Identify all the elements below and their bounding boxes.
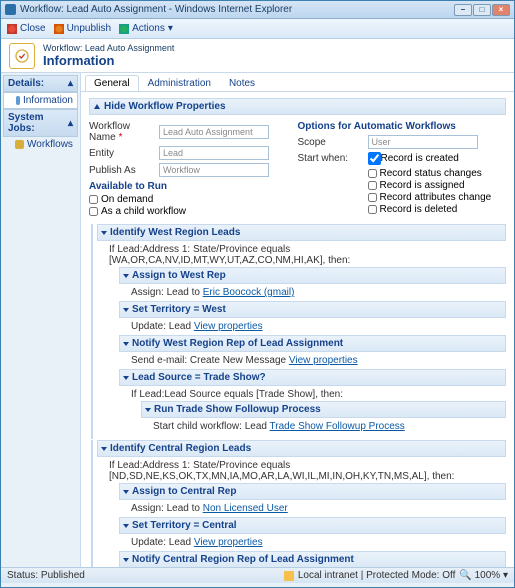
tab-administration[interactable]: Administration (139, 75, 220, 91)
attributes-change-checkbox[interactable] (368, 193, 377, 202)
expand-icon (123, 490, 129, 494)
central-update-link[interactable]: View properties (194, 537, 263, 548)
toolbar: Close Unpublish Actions▾ (1, 19, 514, 39)
maximize-button[interactable]: □ (473, 4, 491, 16)
step-central-notify[interactable]: Notify Central Region Rep of Lead Assign… (119, 551, 506, 567)
unpublish-icon (54, 24, 64, 34)
workflow-small-icon (15, 140, 24, 149)
entity-label: Entity (89, 148, 159, 159)
scope-label: Scope (298, 137, 368, 148)
sidebar-head-sysjobs[interactable]: System Jobs:▴ (3, 109, 78, 137)
collapse-icon: ▴ (68, 78, 73, 89)
sidebar-item-information[interactable]: Information (3, 92, 78, 109)
window-titlebar: Workflow: Lead Auto Assignment - Windows… (1, 1, 514, 19)
expand-icon (123, 524, 129, 528)
west-condition: If Lead:Address 1: State/Province equals… (109, 243, 506, 267)
west-assignee-link[interactable]: Eric Boocock (gmail) (203, 287, 295, 298)
workflow-icon (9, 43, 35, 69)
step-west-notify[interactable]: Notify West Region Rep of Lead Assignmen… (119, 335, 506, 352)
tab-general[interactable]: General (85, 75, 139, 91)
record-created-checkbox[interactable] (368, 152, 381, 165)
minimize-button[interactable]: – (454, 4, 472, 16)
actions-icon (119, 24, 129, 34)
record-assigned-checkbox[interactable] (368, 181, 377, 190)
close-window-button[interactable]: × (492, 4, 510, 16)
step-central-territory[interactable]: Set Territory = Central (119, 517, 506, 534)
page-header: Workflow: Lead Auto Assignment Informati… (1, 39, 514, 73)
central-condition: If Lead:Address 1: State/Province equals… (109, 459, 506, 483)
security-zone-icon (284, 571, 294, 581)
step-central-assign[interactable]: Assign to Central Rep (119, 483, 506, 500)
step-west-assign[interactable]: Assign to West Rep (119, 267, 506, 284)
startwhen-label: Start when: (298, 153, 368, 164)
west-update-link[interactable]: View properties (194, 321, 263, 332)
entity-input[interactable] (159, 146, 269, 160)
workflow-name-label: Workflow Name * (89, 121, 159, 143)
record-deleted-checkbox[interactable] (368, 205, 377, 214)
west-child-link[interactable]: Trade Show Followup Process (270, 421, 405, 432)
west-email-link[interactable]: View properties (289, 355, 358, 366)
chevron-down-icon: ▾ (168, 23, 173, 34)
status-changes-checkbox[interactable] (368, 169, 377, 178)
zoom-dropdown[interactable]: 🔍 100% ▾ (459, 570, 508, 581)
child-workflow-checkbox[interactable] (89, 207, 98, 216)
on-demand-checkbox[interactable] (89, 195, 98, 204)
workflow-steps: Identify West Region Leads If Lead:Addre… (89, 224, 506, 567)
tab-notes[interactable]: Notes (220, 75, 264, 91)
security-zone-text: Local intranet | Protected Mode: Off (298, 570, 456, 581)
west-ts-condition: If Lead:Lead Source equals [Trade Show],… (131, 388, 506, 401)
page-title: Information (43, 53, 174, 68)
step-west-tradeshow[interactable]: Lead Source = Trade Show? (119, 369, 506, 386)
tab-strip: General Administration Notes (81, 73, 514, 92)
sidebar: Details:▴ Information System Jobs:▴ Work… (1, 73, 81, 567)
collapse-triangle-icon (94, 104, 100, 109)
scope-select[interactable] (368, 135, 478, 149)
header-subtitle: Workflow: Lead Auto Assignment (43, 43, 174, 53)
step-west-header[interactable]: Identify West Region Leads (97, 224, 506, 241)
workflow-name-input[interactable] (159, 125, 269, 139)
unpublish-button[interactable]: Unpublish (54, 23, 111, 34)
publishas-label: Publish As (89, 165, 159, 176)
sidebar-head-details[interactable]: Details:▴ (3, 75, 78, 92)
expand-icon (123, 558, 129, 562)
central-assignee-link[interactable]: Non Licensed User (203, 503, 288, 514)
expand-icon (123, 308, 129, 312)
close-button[interactable]: Close (7, 23, 46, 34)
expand-icon (145, 408, 151, 412)
window-title: Workflow: Lead Auto Assignment - Windows… (20, 4, 454, 15)
expand-icon (101, 447, 107, 451)
step-west-territory[interactable]: Set Territory = West (119, 301, 506, 318)
expand-icon (123, 342, 129, 346)
step-central-header[interactable]: Identify Central Region Leads (97, 440, 506, 457)
publishas-select[interactable] (159, 163, 269, 177)
available-to-run-label: Available to Run (89, 181, 298, 192)
collapse-icon: ▴ (68, 118, 73, 129)
info-icon (16, 96, 20, 105)
content-scroll[interactable]: Hide Workflow Properties Workflow Name *… (81, 92, 514, 567)
expand-icon (123, 376, 129, 380)
app-icon (5, 4, 16, 15)
step-west-runchild[interactable]: Run Trade Show Followup Process (141, 401, 506, 418)
sidebar-item-workflows[interactable]: Workflows (3, 137, 78, 152)
actions-dropdown[interactable]: Actions▾ (119, 23, 173, 34)
hide-properties-bar[interactable]: Hide Workflow Properties (89, 98, 506, 115)
options-label: Options for Automatic Workflows (298, 121, 507, 132)
status-text: Status: Published (7, 570, 85, 581)
expand-icon (101, 231, 107, 235)
expand-icon (123, 274, 129, 278)
close-icon (7, 24, 17, 34)
status-bar: Status: Published Local intranet | Prote… (1, 567, 514, 583)
